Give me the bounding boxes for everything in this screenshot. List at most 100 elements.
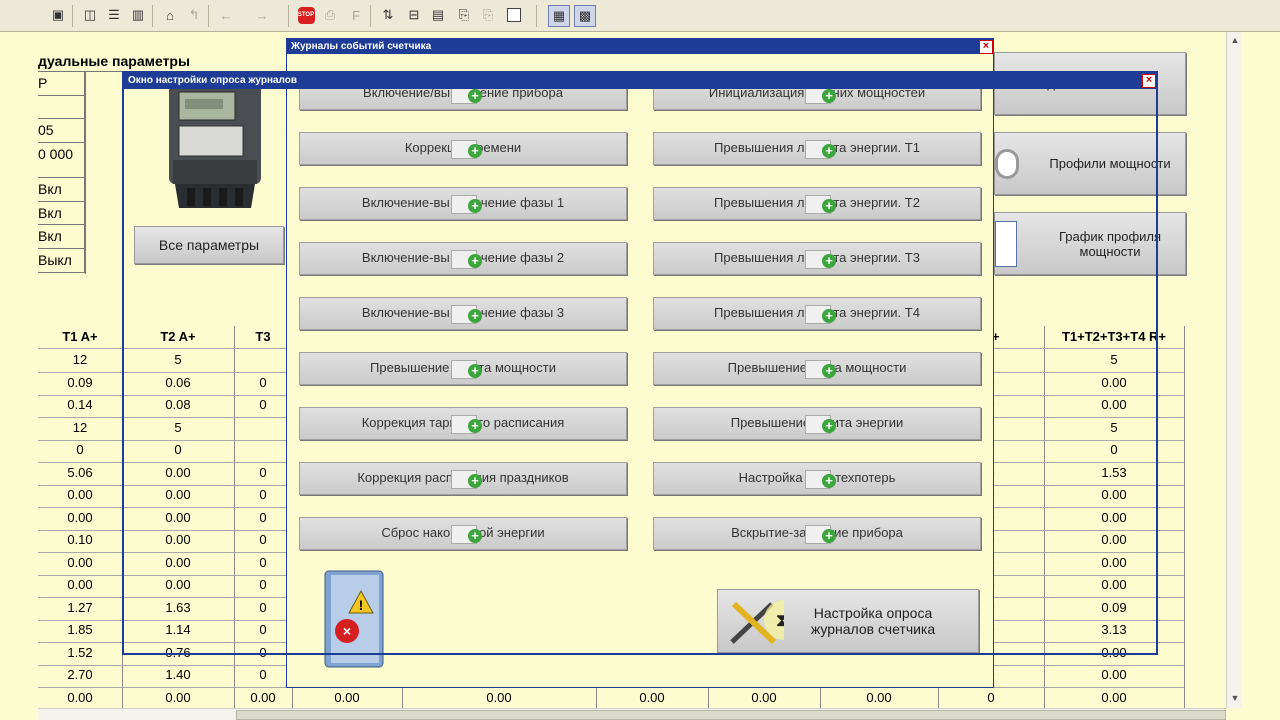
add-mail-icon — [451, 140, 482, 159]
svg-text:×: × — [343, 623, 351, 639]
table-cell: 3.13 — [1044, 619, 1185, 643]
setup-journal-polling-label: Настройка опроса журналов счетчика — [810, 605, 936, 637]
journal-button[interactable]: Превышения л ита энергии. Т2 — [653, 187, 981, 220]
add-mail-icon — [805, 195, 836, 214]
up-icon[interactable]: ↰ — [184, 5, 204, 25]
power-profiles-button[interactable]: Профили мощности — [994, 132, 1186, 195]
list-icon[interactable]: ☰ — [104, 5, 124, 25]
journal-button[interactable]: Включение-вы ючение фазы 1 — [299, 187, 627, 220]
journal-button[interactable]: Коррекц ремени — [299, 132, 627, 165]
home-icon[interactable]: ⌂ — [160, 5, 180, 25]
meter-icon[interactable]: ▩ — [574, 5, 596, 27]
table-cell: 0 — [234, 664, 293, 688]
table-cell: 0.00 — [1044, 664, 1185, 688]
table-cell — [234, 349, 293, 373]
devices-icon[interactable]: ▦ — [548, 5, 570, 27]
forward-icon[interactable]: → — [252, 5, 272, 25]
journal-button[interactable]: Коррекция тари го расписания — [299, 407, 627, 440]
table-cell: 5 — [122, 349, 235, 373]
journal-button[interactable]: Вскрытие-за тие прибора — [653, 517, 981, 550]
table-cell: 0 — [938, 686, 1045, 711]
print-icon[interactable]: ⎘ — [454, 5, 474, 25]
journal-button[interactable]: Превышения л ита энергии. Т4 — [653, 297, 981, 330]
journal-icon: ! × — [319, 569, 389, 673]
table-cell: 5.06 — [38, 461, 123, 486]
window-square-icon[interactable] — [504, 5, 524, 25]
add-mail-icon — [451, 305, 482, 324]
table-cell: 1.63 — [122, 596, 235, 621]
table-cell: 0.76 — [122, 641, 235, 666]
app-icon[interactable]: ▣ — [48, 5, 68, 25]
events-dialog-close-icon[interactable]: × — [979, 40, 993, 54]
journal-button[interactable]: Коррекция расп ния праздников — [299, 462, 627, 495]
setup-journal-polling-button[interactable]: ⧗ Настройка опроса журналов счетчика — [717, 589, 979, 653]
table-cell: 0 — [122, 439, 235, 463]
journal-button[interactable]: Превышение ита энергии — [653, 407, 981, 440]
bar-chart-icon[interactable]: ▥ — [128, 5, 148, 25]
journal-button[interactable]: Превышения л ита энергии. Т3 — [653, 242, 981, 275]
window-icon[interactable]: ◫ — [80, 5, 100, 25]
param-value: Вкл — [38, 202, 85, 225]
add-mail-icon — [805, 140, 836, 159]
journal-button[interactable]: Превышение та мощности — [653, 352, 981, 385]
table-cell: 12 — [38, 349, 123, 373]
clock-icon — [995, 149, 1019, 179]
journal-button[interactable]: Инициализация сних мощностей — [653, 77, 981, 110]
add-mail-icon — [805, 85, 836, 104]
horizontal-scrollbar[interactable] — [38, 708, 1226, 720]
table-cell — [234, 439, 293, 463]
right-top-label: д — [1047, 76, 1055, 91]
table-cell: 0.00 — [1044, 394, 1185, 418]
events-dialog-title: Журналы событий счетчика — [287, 39, 993, 54]
report-icon[interactable]: ▤ — [428, 5, 448, 25]
table-cell: 1.85 — [38, 619, 123, 643]
param-value — [38, 96, 85, 119]
table-cell: 0.00 — [596, 686, 709, 711]
table-cell: 0 — [38, 439, 123, 463]
table-cell: 0.00 — [38, 574, 123, 598]
table-cell: 0.09 — [38, 371, 123, 396]
print2-icon[interactable]: ⎘ — [478, 5, 498, 25]
scroll-up-icon[interactable]: ▲ — [1228, 32, 1242, 48]
journal-button[interactable]: Превышения л ита энергии. Т1 — [653, 132, 981, 165]
scroll-thumb[interactable] — [236, 710, 1226, 720]
table-cell: 0.00 — [38, 686, 123, 711]
scroll-down-icon[interactable]: ▼ — [1228, 690, 1242, 706]
table-cell: 0.00 — [38, 506, 123, 531]
stop-icon[interactable]: STOP — [296, 5, 316, 25]
journal-button[interactable]: Настройка а техпотерь — [653, 462, 981, 495]
table-cell: 0.00 — [1044, 551, 1185, 576]
connect-icon[interactable]: ⇅ — [378, 5, 398, 25]
table-icon[interactable]: ⊟ — [404, 5, 424, 25]
toolbar-separator — [288, 5, 289, 27]
all-params-button[interactable]: Все параметры — [134, 226, 284, 264]
journal-button[interactable]: Превышение ита мощности — [299, 352, 627, 385]
table-cell: 0.00 — [234, 686, 293, 711]
power-profiles-label: Профили мощности — [1049, 156, 1171, 171]
toolbar-separator — [370, 5, 371, 27]
table-cell: 0.00 — [708, 686, 821, 711]
table-cell: 1.40 — [122, 664, 235, 688]
svg-text:⧗: ⧗ — [776, 610, 784, 630]
journal-button[interactable]: Включение/выключение прибора — [299, 77, 627, 110]
table-cell: 12 — [38, 416, 123, 441]
table-cell: 0.00 — [122, 686, 235, 711]
table-cell: 0 — [234, 529, 293, 553]
table-cell: 1.53 — [1044, 461, 1185, 486]
journal-button[interactable]: Сброс нако ной энергии — [299, 517, 627, 550]
table-cell: 0 — [234, 574, 293, 598]
add-mail-icon — [805, 250, 836, 269]
right-top-button[interactable]: д — [994, 52, 1186, 115]
f-icon[interactable]: F — [346, 5, 366, 25]
power-graph-button[interactable]: График профиля мощности — [994, 212, 1186, 275]
table-cell: 1.14 — [122, 619, 235, 643]
journal-button[interactable]: Включение-вы ючение фазы 3 — [299, 297, 627, 330]
table-cell: 0 — [234, 506, 293, 531]
table-cell: 0.00 — [1044, 574, 1185, 598]
table-cell: 2.70 — [38, 664, 123, 688]
table-cell: 0.06 — [122, 371, 235, 396]
back-icon[interactable]: ← — [216, 5, 236, 25]
grey-icon[interactable]: ⎙ — [320, 5, 340, 25]
journal-button[interactable]: Включение-вы ючение фазы 2 — [299, 242, 627, 275]
vertical-scrollbar[interactable]: ▲ ▼ — [1226, 32, 1242, 708]
